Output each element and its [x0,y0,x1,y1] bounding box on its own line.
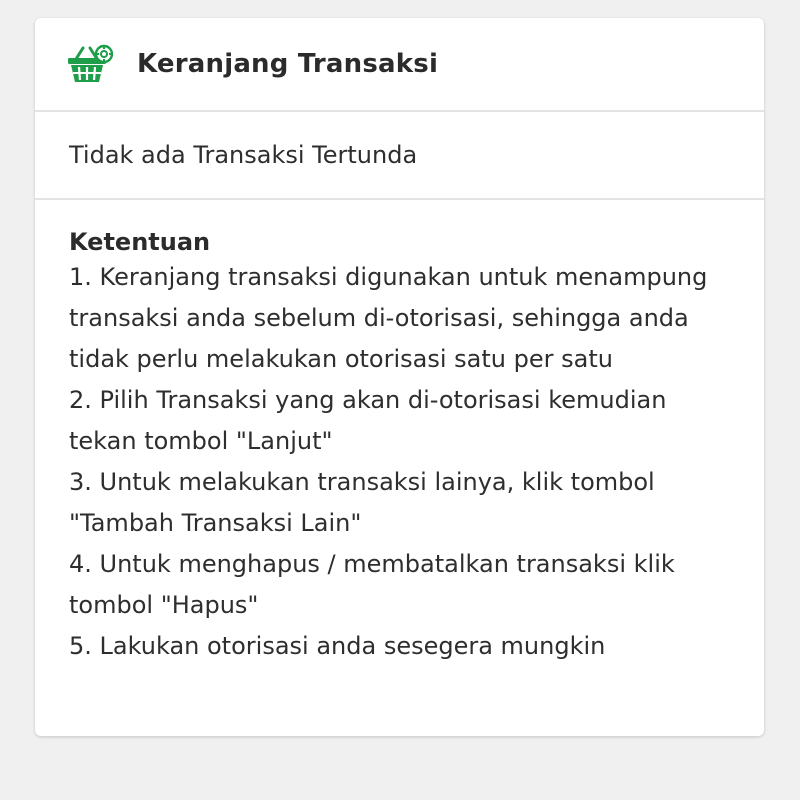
terms-rule-4: 4. Untuk menghapus / membatalkan transak… [69,550,675,619]
terms-rule-2: 2. Pilih Transaksi yang akan di-otorisas… [69,386,667,455]
shopping-basket-icon [67,44,114,84]
terms-rule-3: 3. Untuk melakukan transaksi lainya, kli… [69,468,655,537]
page-title: Keranjang Transaksi [137,49,439,79]
terms-heading: Ketentuan [69,228,211,256]
card-header: Keranjang Transaksi [35,18,764,112]
terms-rule-5: 5. Lakukan otorisasi anda sesegera mungk… [69,632,606,660]
terms-section: Ketentuan 1. Keranjang transaksi digunak… [35,200,764,667]
pending-status: Tidak ada Transaksi Tertunda [35,112,764,200]
pending-status-text: Tidak ada Transaksi Tertunda [69,141,418,169]
transaction-cart-card: Keranjang Transaksi Tidak ada Transaksi … [35,18,764,736]
terms-rule-1: 1. Keranjang transaksi digunakan untuk m… [69,263,708,373]
